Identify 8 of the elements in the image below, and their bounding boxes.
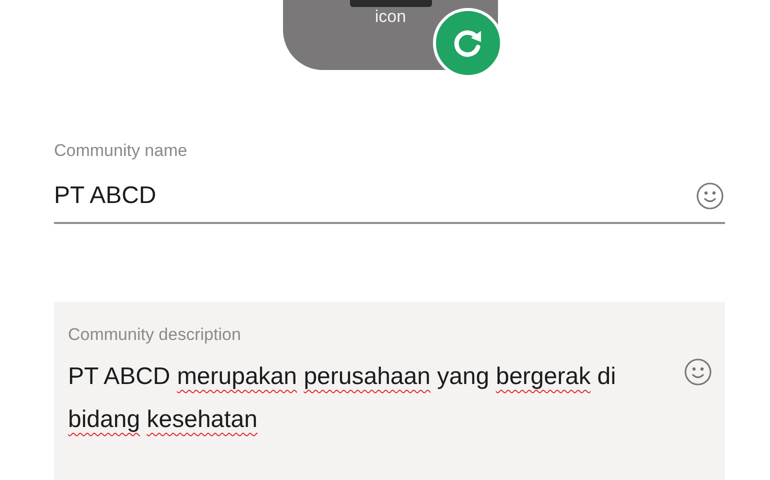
description-text: PT ABCD merupakan perusahaan yang bergerak di bidang kesehatan [68,362,617,435]
description-field[interactable]: Community description PT ABCD merupakan perusahaan yang bergerak di bidang kesehatan [54,302,725,480]
emoji-icon[interactable] [695,180,725,210]
name-field[interactable]: PT ABCD [54,178,695,214]
icon-label: icon [374,6,408,28]
field-label: Community name [54,140,188,162]
emoji-icon[interactable] [683,357,713,387]
field-label: Community description [68,324,242,346]
